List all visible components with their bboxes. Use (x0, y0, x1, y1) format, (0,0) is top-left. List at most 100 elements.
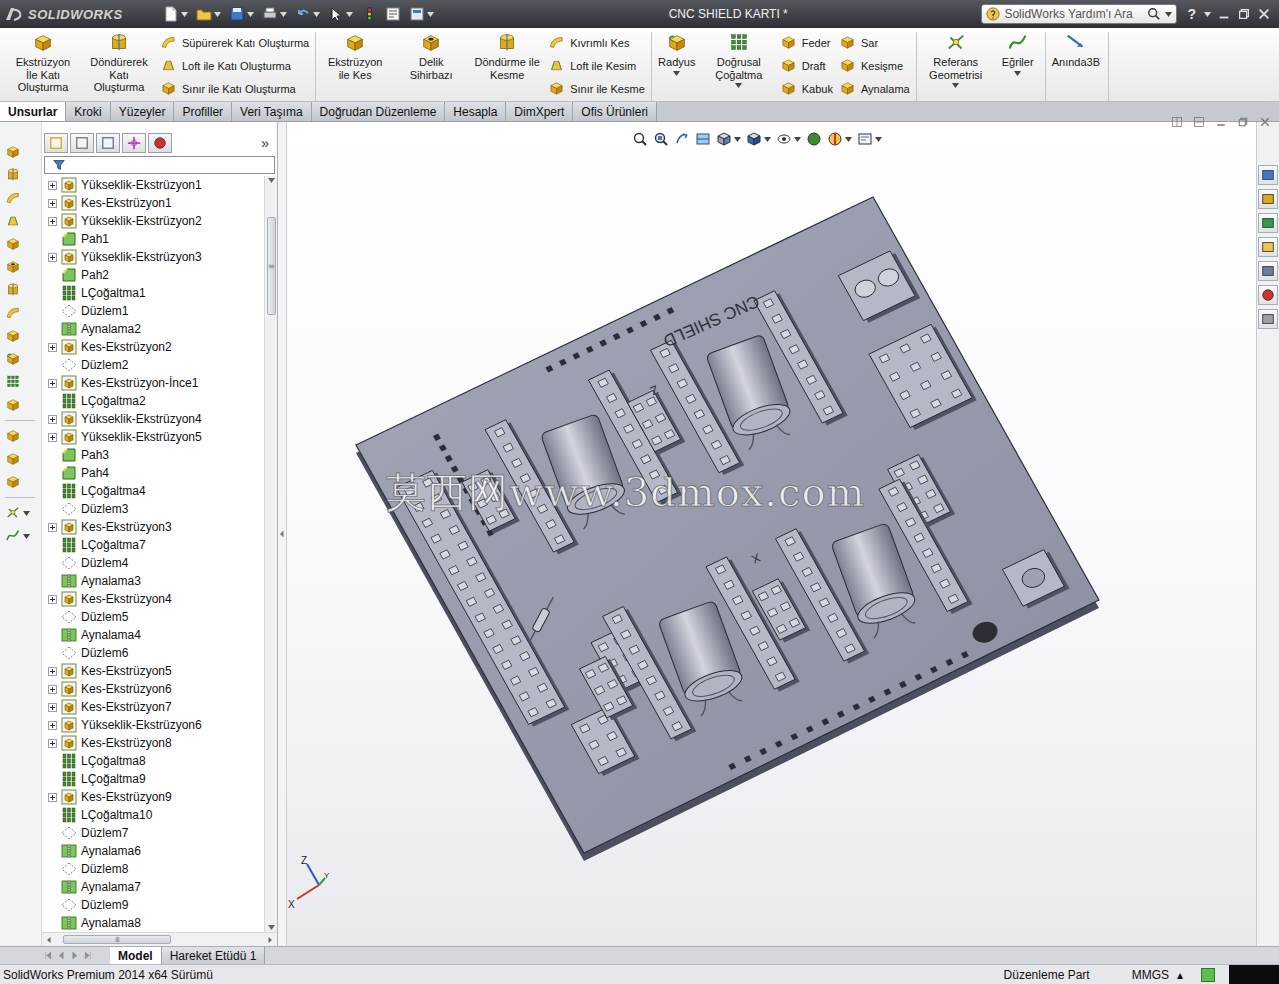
command-tab[interactable]: Profiller (174, 102, 232, 121)
rebuild-icon[interactable] (361, 6, 377, 22)
ribbon-small-button[interactable]: Loft ile Katı Oluşturma (160, 56, 309, 75)
dropdown-caret-icon[interactable] (313, 12, 320, 17)
toolbar-button[interactable] (5, 167, 21, 183)
tree-item[interactable]: Düzlem7 (42, 824, 264, 842)
tree-expander[interactable] (48, 199, 57, 208)
ribbon-small-button[interactable]: Sınır ile Katı Oluşturma (160, 79, 309, 98)
ribbon-button[interactable]: Delik Sihirbazı (396, 32, 466, 81)
tree-item[interactable]: Düzlem2 (42, 356, 264, 374)
app-logo[interactable]: SOLIDWORKS (4, 6, 154, 22)
ribbon-button[interactable]: Döndürme ile Kesme (472, 32, 542, 81)
ribbon-small-button[interactable]: Kıvrımlı Kes (548, 33, 645, 52)
tree-item[interactable]: Aynalama8 (42, 914, 264, 932)
tree-expander[interactable] (48, 217, 57, 226)
help-search[interactable]: SolidWorks Yardım'ı Ara (981, 4, 1177, 24)
tree-expander[interactable] (48, 739, 57, 748)
dropdown-caret-icon[interactable] (214, 12, 221, 17)
panel-tab[interactable] (148, 133, 172, 153)
dropdown-caret-icon[interactable] (268, 178, 275, 183)
tree-item[interactable]: Aynalama7 (42, 878, 264, 896)
ribbon-small-button[interactable]: Sınır ile Kesme (548, 79, 645, 98)
bottom-tab[interactable]: Model (110, 947, 162, 964)
dropdown-caret-icon[interactable] (1204, 12, 1211, 17)
options-icon[interactable] (409, 6, 425, 22)
tree-item[interactable]: Kes-Ekstrüzyon1 (42, 194, 264, 212)
tile-icon[interactable] (1171, 116, 1183, 128)
tree-item[interactable]: Kes-Ekstrüzyon2 (42, 338, 264, 356)
ribbon-button[interactable]: Referans Geometrisi (921, 32, 991, 88)
view-tool[interactable] (746, 131, 771, 147)
tree-item[interactable]: Yükseklik-Ekstrüzyon5 (42, 428, 264, 446)
tree-item[interactable]: Yükseklik-Ekstrüzyon6 (42, 716, 264, 734)
tree-item[interactable]: Aynalama2 (42, 320, 264, 338)
bottom-tab[interactable]: Hareket Etüdü 1 (162, 947, 266, 964)
ribbon-small-button[interactable]: Draft (780, 56, 833, 75)
view-tool[interactable] (653, 131, 669, 147)
save-icon[interactable] (229, 6, 245, 22)
ribbon-button[interactable]: Radyus (656, 32, 698, 76)
ribbon-button[interactable]: Anında3B (1050, 32, 1102, 69)
tree-item[interactable]: Düzlem9 (42, 896, 264, 914)
tree-item[interactable]: LÇoğaltma10 (42, 806, 264, 824)
file-properties-button[interactable] (384, 3, 402, 25)
view-tool[interactable] (716, 131, 741, 147)
dropdown-caret-icon[interactable] (280, 12, 287, 17)
task-pane-tab[interactable] (1258, 309, 1278, 329)
print-button[interactable] (261, 3, 288, 25)
ribbon-button[interactable]: Ekstrüzyon İle Katı Oluşturma (8, 32, 78, 94)
props-icon[interactable] (385, 6, 401, 22)
dropdown-caret-icon[interactable] (845, 137, 852, 142)
tab-nav-icon[interactable] (57, 951, 66, 960)
tree-item[interactable]: Düzlem6 (42, 644, 264, 662)
graphics-area[interactable]: CNC SHIELDYZXZXY莫西网www.3dmox.com (287, 122, 1256, 946)
dropdown-caret-icon[interactable] (268, 925, 275, 930)
dropdown-caret-icon[interactable] (734, 137, 741, 142)
ribbon-button[interactable]: Eğriler (997, 32, 1039, 76)
toolbar-button[interactable] (5, 451, 21, 467)
dropdown-caret-icon[interactable] (1014, 71, 1021, 76)
tree-item[interactable]: Yükseklik-Ekstrüzyon3 (42, 248, 264, 266)
panel-tab[interactable] (44, 133, 68, 153)
toolbar-button[interactable] (5, 190, 21, 206)
view-tool[interactable] (806, 131, 822, 147)
print-icon[interactable] (262, 6, 278, 22)
tree-expander[interactable] (48, 667, 57, 676)
model-viewport[interactable]: CNC SHIELDYZXZXY (287, 122, 1256, 946)
quick-tips-icon[interactable] (1201, 968, 1215, 982)
tree-expander[interactable] (48, 703, 57, 712)
options-button[interactable] (408, 3, 435, 25)
tree-item[interactable]: LÇoğaltma8 (42, 752, 264, 770)
panel-tab[interactable] (122, 133, 146, 153)
tree-item[interactable]: Pah2 (42, 266, 264, 284)
tree-item[interactable]: Kes-Ekstrüzyon7 (42, 698, 264, 716)
collapse-arrow-icon[interactable] (278, 530, 286, 538)
tree-item[interactable]: Pah1 (42, 230, 264, 248)
toolbar-button[interactable] (5, 328, 21, 344)
cascade-icon[interactable] (1193, 116, 1205, 128)
close-icon[interactable] (1257, 7, 1271, 21)
tree-item[interactable]: Yükseklik-Ekstrüzyon4 (42, 410, 264, 428)
tree-item[interactable]: Düzlem1 (42, 302, 264, 320)
tree-expander[interactable] (48, 253, 57, 262)
save-button[interactable] (228, 3, 255, 25)
tree-item[interactable]: LÇoğaltma1 (42, 284, 264, 302)
units-selector[interactable]: MMGS▴ (1132, 968, 1183, 982)
select-button[interactable] (327, 3, 354, 25)
vertical-scrollbar[interactable] (264, 176, 277, 932)
tree-item[interactable]: Düzlem8 (42, 860, 264, 878)
dropdown-caret-icon[interactable] (23, 511, 30, 516)
undo-button[interactable] (294, 3, 321, 25)
tab-nav-icon[interactable] (83, 951, 92, 960)
toolbar-button[interactable] (5, 505, 30, 521)
ribbon-small-button[interactable]: Feder (780, 33, 833, 52)
dropdown-caret-icon[interactable] (23, 534, 30, 539)
dropdown-caret-icon[interactable] (247, 12, 254, 17)
toolbar-button[interactable] (5, 259, 21, 275)
task-pane-tab[interactable] (1258, 189, 1278, 209)
ribbon-small-button[interactable]: Kabuk (780, 79, 833, 98)
view-tool[interactable] (827, 131, 852, 147)
ribbon-button[interactable]: Ekstrüzyon ile Kes (320, 32, 390, 81)
doc-close-icon[interactable] (1259, 116, 1271, 128)
tab-nav-icon[interactable] (44, 951, 53, 960)
scroll-left-icon[interactable] (45, 936, 53, 944)
